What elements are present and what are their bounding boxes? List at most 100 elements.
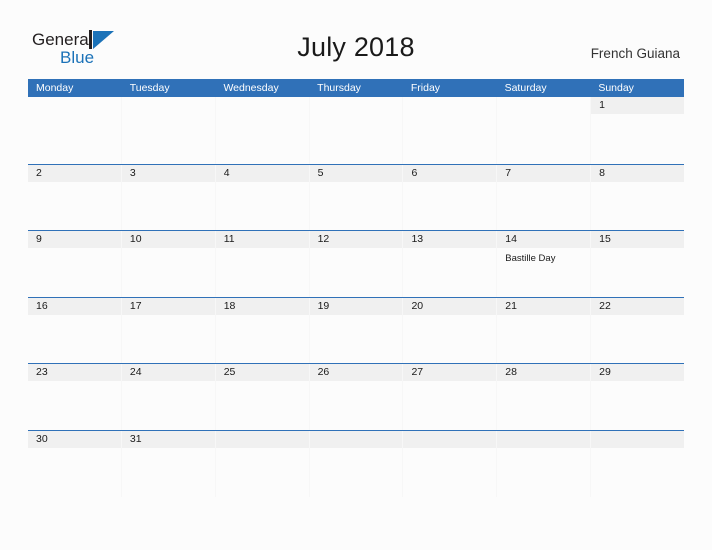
day-cell-3[interactable]: 3 [121,164,216,231]
day-number: 31 [129,432,142,445]
calendar-week-cells: 23 24 25 26 27 28 29 [28,364,685,430]
day-number: 22 [599,299,611,312]
day-cell-15[interactable]: 15 [591,231,685,297]
weekday-header-monday: Monday [36,82,74,94]
day-cell-empty [122,97,216,164]
day-number: 16 [36,299,48,312]
day-cell-empty [591,430,685,497]
calendar-week-row: 16 17 18 19 20 21 22 [28,296,685,364]
day-number: 25 [223,366,236,379]
day-number: 15 [599,233,611,246]
day-cell-29[interactable]: 29 [591,364,685,430]
calendar-week-row: 9 10 11 12 13 14 Bastille Day 15 [28,230,685,297]
day-number: 29 [599,366,611,379]
day-number: 27 [411,366,424,379]
calendar-week-cells: 30 31 [28,430,685,497]
day-cell-30[interactable]: 30 [28,430,122,497]
day-number: 10 [129,233,142,246]
day-number [28,97,121,114]
day-number [591,431,684,448]
weekday-header-row: Monday Tuesday Wednesday Thursday Friday Satu… [28,79,684,97]
day-number [310,97,403,114]
calendar-week-cells: 2 3 4 5 6 7 8 [28,164,685,231]
day-cell-14[interactable]: 14 Bastille Day [497,231,592,297]
calendar-page: General Blue July 2018 French Guiana Mon… [0,0,712,550]
day-cell-31[interactable]: 31 [121,430,216,497]
day-number [310,431,403,448]
day-number: 18 [223,299,236,312]
day-cell-24[interactable]: 24 [121,364,216,430]
day-cell-28[interactable]: 28 [497,364,592,430]
day-number: 20 [411,299,424,312]
day-number: 17 [129,299,142,312]
day-cell-1[interactable]: 1 [591,97,685,164]
day-cell-8[interactable]: 8 [591,164,685,231]
day-number [122,97,215,114]
day-number: 11 [223,233,235,246]
day-cell-6[interactable]: 6 [403,164,498,231]
weekday-header-saturday: Saturday [504,82,547,94]
calendar-week-cells: 16 17 18 19 20 21 22 [28,297,685,364]
day-number [216,97,309,114]
day-number: 14 [505,233,517,246]
day-cell-25[interactable]: 25 [215,364,310,430]
day-number: 9 [36,233,42,246]
day-cell-empty [28,97,122,164]
weekday-header-tuesday: Tuesday [129,82,170,94]
day-number [403,431,496,448]
day-cell-22[interactable]: 22 [591,297,685,364]
day-cell-26[interactable]: 26 [309,364,404,430]
day-cell-12[interactable]: 12 [309,231,404,297]
day-number: 12 [317,233,330,246]
weekday-header-sunday: Sunday [598,82,634,94]
day-cell-empty [497,97,592,164]
day-cell-9[interactable]: 9 [28,231,122,297]
day-cell-27[interactable]: 27 [403,364,498,430]
calendar-week-cells: 1 [28,97,685,164]
day-cell-13[interactable]: 13 [403,231,498,297]
day-cell-17[interactable]: 17 [121,297,216,364]
day-number: 1 [599,99,605,111]
calendar-week-row: 30 31 [28,429,685,497]
day-cell-20[interactable]: 20 [403,297,498,364]
day-cell-18[interactable]: 18 [215,297,310,364]
day-number: 5 [317,166,324,179]
day-cell-empty [216,97,310,164]
day-number [403,97,496,114]
day-cell-empty [310,97,404,164]
calendar-week-row: 1 [28,97,685,164]
day-number: 19 [317,299,330,312]
calendar-week-cells: 9 10 11 12 13 14 Bastille Day 15 [28,231,685,297]
weekday-header-wednesday: Wednesday [223,82,279,94]
day-cell-empty [309,430,404,497]
day-cell-empty [215,430,310,497]
locale-label: French Guiana [590,46,680,61]
calendar-grid: Monday Tuesday Wednesday Thursday Friday Satu… [28,79,685,497]
day-number [216,431,309,448]
day-cell-16[interactable]: 16 [28,297,122,364]
day-cell-23[interactable]: 23 [28,364,122,430]
calendar-weeks: 1 2 3 4 5 6 7 8 9 10 11 12 13 14 Bastille Day 15 16 17 18 1… [28,97,685,497]
day-number: 7 [505,166,512,179]
day-cell-19[interactable]: 19 [309,297,404,364]
day-number: 8 [599,166,605,179]
day-number: 30 [36,432,48,445]
day-cell-2[interactable]: 2 [28,164,122,231]
day-number [497,431,590,448]
day-number: 6 [411,166,418,179]
day-cell-empty [403,430,498,497]
day-cell-11[interactable]: 11 [215,231,310,297]
day-cell-21[interactable]: 21 [497,297,592,364]
day-cell-4[interactable]: 4 [215,164,310,231]
day-number: 24 [129,366,142,379]
day-number: 26 [317,366,330,379]
calendar-week-row: 2 3 4 5 6 7 8 [28,163,685,231]
calendar-week-row: 23 24 25 26 27 28 29 [28,363,685,430]
day-number: 13 [411,233,424,246]
weekday-header-friday: Friday [410,82,441,94]
day-cell-7[interactable]: 7 [497,164,592,231]
day-cell-empty [403,97,498,164]
day-cell-5[interactable]: 5 [309,164,404,231]
day-cell-10[interactable]: 10 [121,231,216,297]
weekday-header-thursday: Thursday [317,82,361,94]
